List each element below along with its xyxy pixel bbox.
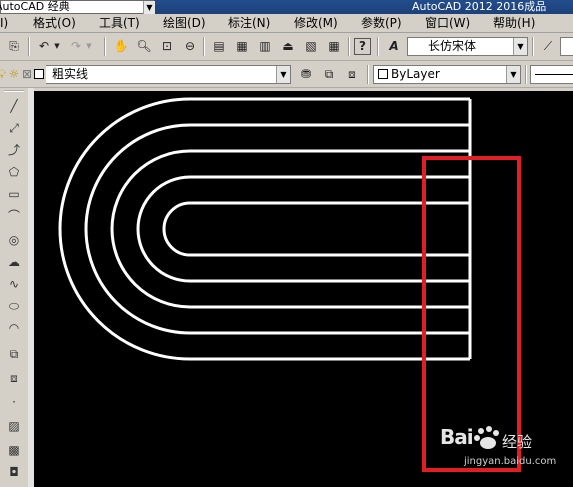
menu-bar: I) 格式(O) 工具(T) 绘图(D) 标注(N) 修改(M) 参数(P) 窗… <box>0 14 573 33</box>
arc-icon[interactable]: ⌒ <box>4 206 24 226</box>
tool-palettes-icon[interactable]: ▥ <box>255 36 275 56</box>
toolbar-separator <box>104 37 106 56</box>
revision-cloud-icon[interactable]: ☁ <box>4 252 24 272</box>
lightbulb-icon[interactable]: 💡︎ <box>0 64 8 84</box>
menu-item-dimension[interactable]: 标注(N) <box>228 15 270 31</box>
pan-icon[interactable]: ✋ <box>111 36 131 56</box>
toolbar-separator <box>367 65 369 84</box>
text-style-value: 长仿宋体 <box>428 39 477 53</box>
zoom-realtime-icon[interactable]: 🔍︎ <box>134 36 154 56</box>
u-shape-line <box>110 149 470 309</box>
help-icon[interactable]: ? <box>354 38 371 55</box>
window-title: AutoCAD 2012 2016成品 <box>412 0 547 13</box>
undo-icon[interactable]: ↶ <box>34 36 54 56</box>
chevron-down-icon[interactable]: ▼ <box>506 66 520 83</box>
undo-dropdown-icon[interactable]: ▼ <box>52 36 62 56</box>
color-value-wrap: ByLayer <box>378 66 440 83</box>
polygon-icon[interactable]: ⬠ <box>4 162 24 182</box>
paw-icon <box>474 426 499 449</box>
u-shape-line <box>58 97 470 361</box>
point-icon[interactable]: · <box>4 392 24 412</box>
redo-dropdown-icon[interactable]: ▼ <box>84 36 94 56</box>
chevron-down-icon[interactable]: ▼ <box>276 66 290 83</box>
circle-icon[interactable]: ◎ <box>4 230 24 250</box>
layer-color-icon[interactable] <box>34 64 46 84</box>
menu-item-help[interactable]: 帮助(H) <box>493 15 535 31</box>
text-style-dropdown[interactable]: 长仿宋体 ▼ <box>407 37 528 56</box>
layers-toolbar: 💡︎ ☼ ⊠ 粗实线 ▼ ⛃ ⧉ ⧈ ByLayer ▼ <box>0 61 573 88</box>
draw-toolbar: ╱ ⤢ ⤴ ⬠ ▭ ⌒ ◎ ☁ ∿ ⬭ ◠ ⧉ ⧈ · ▨ ▩ ◘ <box>0 88 29 487</box>
menu-item-view[interactable]: I) <box>0 15 8 31</box>
text-style-icon[interactable]: A <box>384 36 404 56</box>
toolbar-separator <box>377 37 379 56</box>
construction-line-icon[interactable]: ⤢ <box>4 118 24 138</box>
toolbar-separator <box>532 37 534 56</box>
color-value: ByLayer <box>391 67 440 81</box>
u-shape-line <box>136 175 470 283</box>
make-current-icon[interactable]: ⛃ <box>296 64 316 84</box>
dimension-style-dropdown[interactable] <box>560 37 573 56</box>
linetype-dropdown[interactable] <box>530 65 573 84</box>
layer-previous-icon[interactable]: ⧉ <box>319 64 339 84</box>
menu-item-modify[interactable]: 修改(M) <box>294 15 338 31</box>
baidu-jingyan-watermark: Bai 经验 jingyan.baidu.com <box>428 425 573 487</box>
chevron-down-icon[interactable]: ▼ <box>143 1 155 15</box>
menu-item-window[interactable]: 窗口(W) <box>425 15 470 31</box>
u-shape-line <box>84 123 470 335</box>
toolbar-separator <box>348 37 350 56</box>
workspace-dropdown[interactable]: AutoCAD 经典 ▼ <box>0 0 155 15</box>
gradient-icon[interactable]: ▩ <box>4 440 24 460</box>
linetype-preview <box>535 74 573 75</box>
chevron-down-icon[interactable]: ▼ <box>513 38 527 55</box>
layer-value: 粗实线 <box>52 67 89 81</box>
watermark-url: jingyan.baidu.com <box>464 456 557 467</box>
ellipse-icon[interactable]: ⬭ <box>4 296 24 316</box>
rectangle-icon[interactable]: ▭ <box>4 184 24 204</box>
properties-icon[interactable]: ▤ <box>209 36 229 56</box>
workspace-value: AutoCAD 经典 <box>0 0 70 13</box>
sun-icon[interactable]: ☼ <box>8 64 20 84</box>
redo-icon[interactable]: ↷ <box>66 36 86 56</box>
make-block-icon[interactable]: ⧈ <box>4 368 24 388</box>
zoom-window-icon[interactable]: ⊡ <box>157 36 177 56</box>
zoom-previous-icon[interactable]: ⊖ <box>180 36 200 56</box>
autocad-window: AutoCAD 经典 ▼ AutoCAD 2012 2016成品 I) 格式(O… <box>0 0 573 487</box>
toolbar-separator <box>28 37 30 56</box>
insert-block-icon[interactable]: ⧉ <box>4 344 24 364</box>
spline-icon[interactable]: ∿ <box>4 274 24 294</box>
design-center-icon[interactable]: ▦ <box>232 36 252 56</box>
watermark-jingyan: 经验 <box>502 433 533 451</box>
color-swatch <box>378 69 388 79</box>
line-icon[interactable]: ╱ <box>4 96 24 116</box>
hatch-icon[interactable]: ▨ <box>4 416 24 436</box>
menu-item-draw[interactable]: 绘图(D) <box>163 15 206 31</box>
region-icon[interactable]: ◘ <box>4 462 24 482</box>
markup-icon[interactable]: ▧ <box>301 36 321 56</box>
color-dropdown[interactable]: ByLayer ▼ <box>373 65 521 84</box>
quickcalc-icon[interactable]: ▦ <box>324 36 344 56</box>
menu-item-format[interactable]: 格式(O) <box>33 15 76 31</box>
publish-icon[interactable]: ⎘ <box>4 36 24 56</box>
layer-states-icon[interactable]: ⧈ <box>342 64 362 84</box>
menu-item-tools[interactable]: 工具(T) <box>99 15 140 31</box>
lock-icon[interactable]: ⊠ <box>20 64 34 84</box>
dimension-style-icon[interactable]: ⟋ <box>538 36 558 56</box>
toolbar-separator <box>203 37 205 56</box>
ellipse-arc-icon[interactable]: ◠ <box>4 318 24 338</box>
sheet-set-icon[interactable]: ⏏ <box>278 36 298 56</box>
polyline-icon[interactable]: ⤴ <box>4 140 24 160</box>
watermark-brand: Bai <box>440 425 474 449</box>
layer-dropdown[interactable]: 粗实线 ▼ <box>46 65 291 84</box>
toolbar-separator <box>525 65 527 84</box>
standard-toolbar: ⎘ ↶ ▼ ↷ ▼ ✋ 🔍︎ ⊡ ⊖ ▤ ▦ ▥ ⏏ ▧ ▦ ? A 长仿宋体 … <box>0 33 573 61</box>
menu-item-parametric[interactable]: 参数(P) <box>361 15 402 31</box>
